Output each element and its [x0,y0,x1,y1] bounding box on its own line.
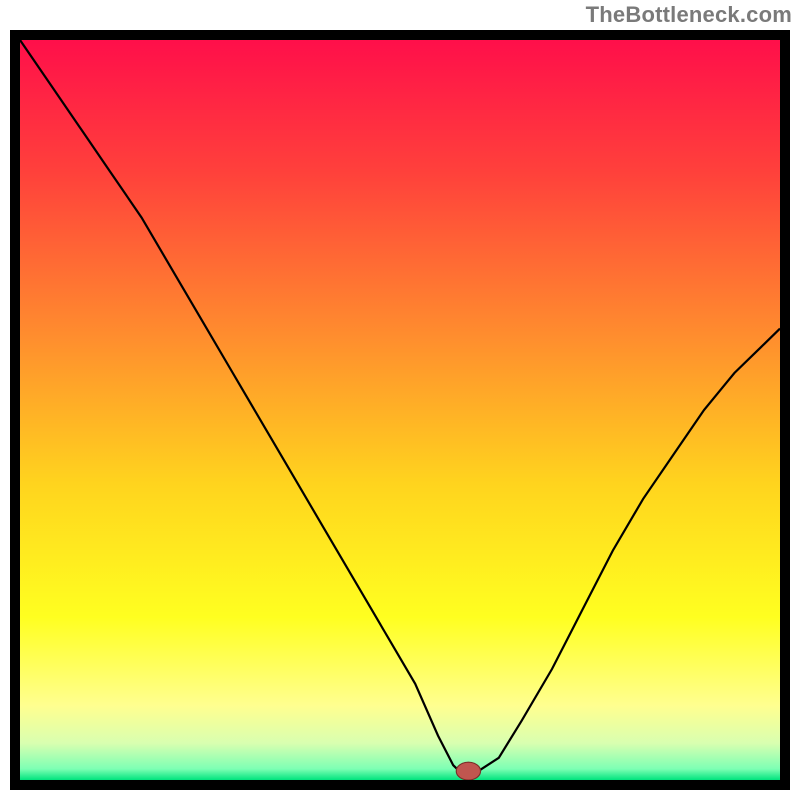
plot-border [10,30,790,790]
gradient-bg [20,40,780,780]
bottleneck-chart [20,40,780,780]
optimal-point-marker [456,762,480,780]
plot-area [20,40,780,780]
watermark-text: TheBottleneck.com [586,2,792,28]
chart-frame: TheBottleneck.com [0,0,800,800]
